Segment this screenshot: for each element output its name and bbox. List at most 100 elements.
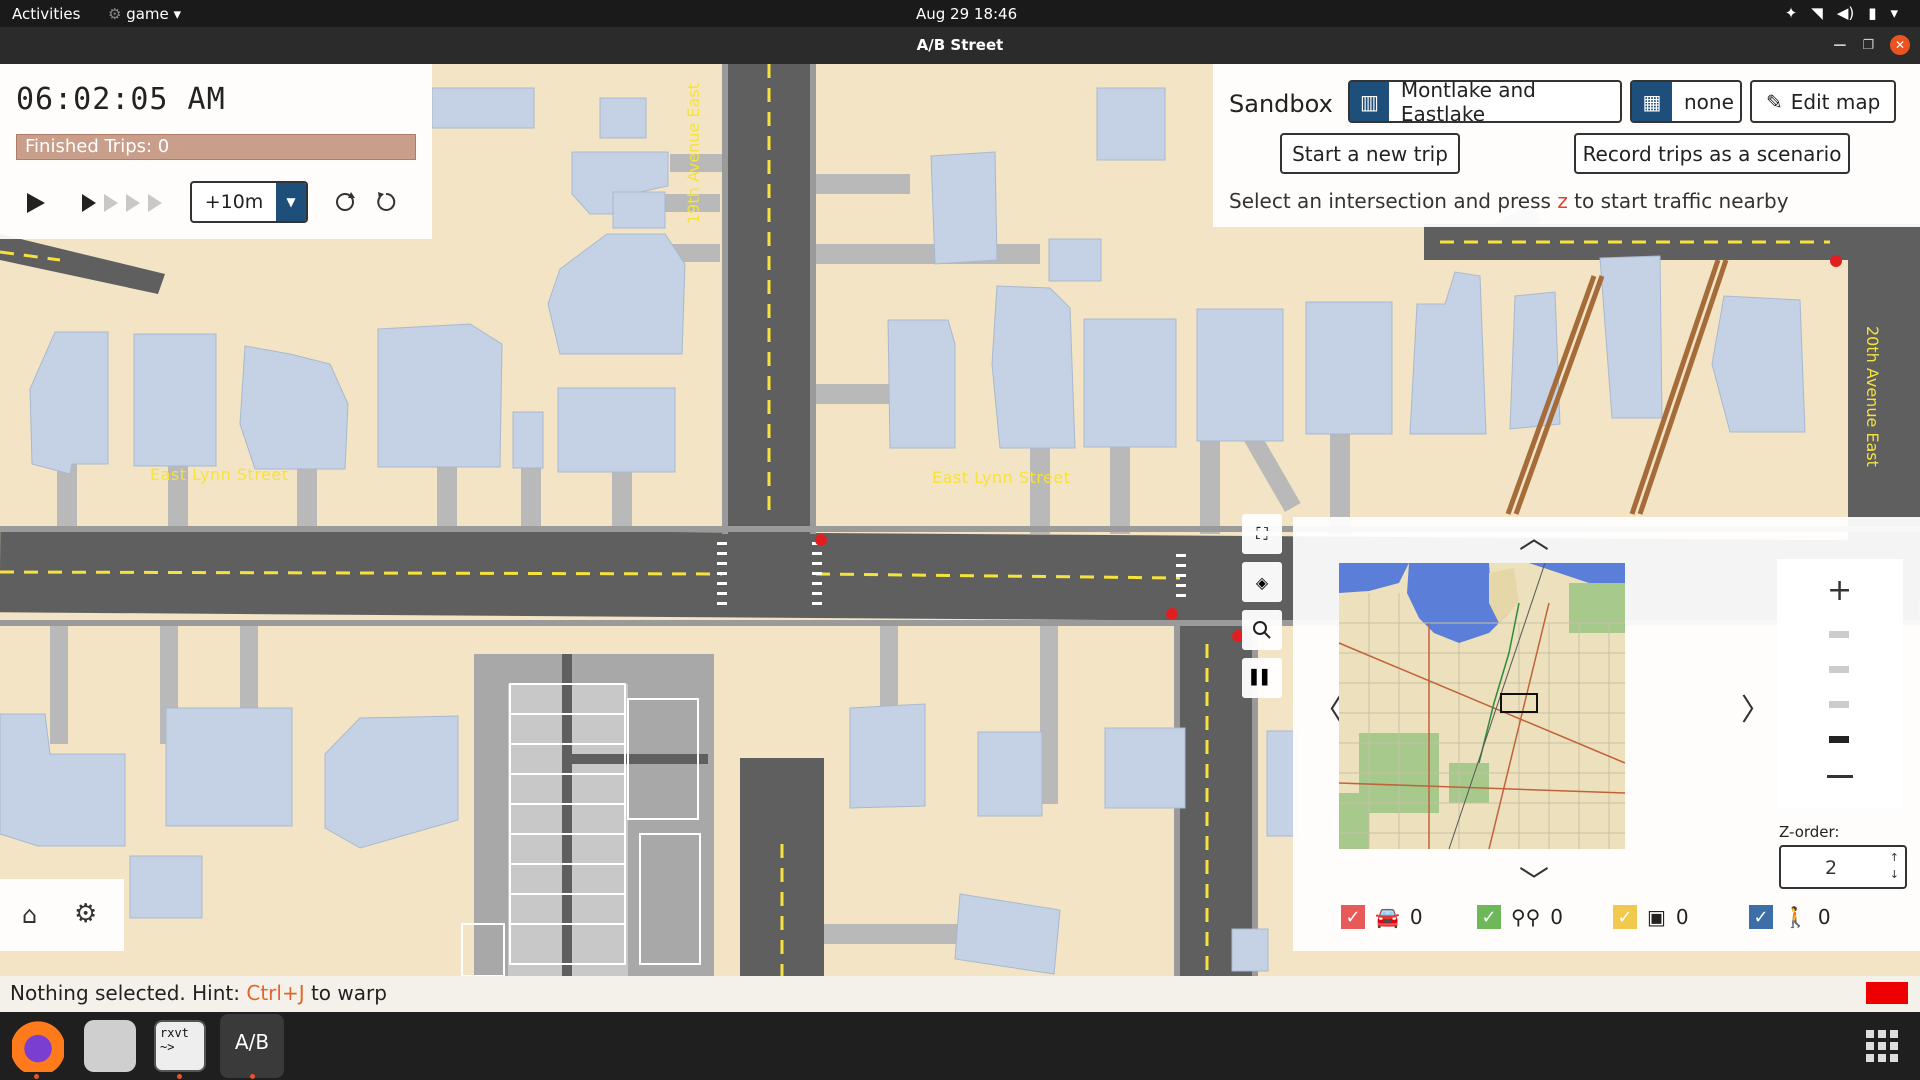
sandbox-title: Sandbox: [1229, 90, 1333, 118]
bike-icon: ⚲⚲: [1511, 905, 1541, 929]
hint-key: z: [1557, 189, 1568, 213]
layers-button[interactable]: ◈: [1242, 562, 1282, 602]
zoom-control: +: [1777, 559, 1903, 809]
checkbox-cars[interactable]: ✓: [1341, 905, 1365, 929]
status-before: Nothing selected. Hint:: [10, 981, 247, 1005]
search-button[interactable]: [1242, 610, 1282, 650]
wifi-icon[interactable]: ◥: [1811, 4, 1823, 22]
maximize-icon[interactable]: ❐: [1862, 38, 1874, 53]
gear-icon[interactable]: ⚙: [74, 899, 97, 929]
filter-pedestrians[interactable]: ✓ 🚶 0: [1749, 905, 1831, 929]
filter-cars[interactable]: ✓ 🚘 0: [1341, 905, 1423, 929]
system-top-bar: Activities ⚙ game ▾ Aug 29 18:46 ✦ ◥ ◀) …: [0, 0, 1920, 27]
change-map-button[interactable]: ▥ Montlake and Eastlake: [1348, 77, 1622, 126]
zoom-in-icon[interactable]: +: [1827, 573, 1852, 608]
volume-icon[interactable]: ◀): [1837, 4, 1854, 22]
dock: rxvt ~> A/B: [0, 1012, 1920, 1080]
hint-text-end: to start traffic nearby: [1567, 189, 1789, 213]
record-trips-button[interactable]: Record trips as a scenario: [1574, 133, 1850, 174]
pencil-icon: ✎: [1766, 89, 1783, 114]
z-order-spinner[interactable]: 2 ↑ ↓: [1779, 845, 1907, 889]
search-icon: [1253, 621, 1271, 639]
chevron-down-icon[interactable]: ﹀: [1519, 857, 1549, 901]
abstreet-app-icon[interactable]: A/B: [220, 1014, 284, 1078]
pedestrian-icon: 🚶: [1783, 905, 1808, 929]
minimap[interactable]: [1339, 563, 1625, 849]
checkbox-bikes[interactable]: ✓: [1477, 905, 1501, 929]
zoom-level-2[interactable]: [1829, 666, 1849, 673]
battery-icon[interactable]: ▮: [1868, 4, 1876, 22]
fullscreen-icon: ⛶: [1256, 524, 1268, 543]
clock-forward-icon: [336, 192, 355, 211]
chevron-right-icon[interactable]: 〉: [1741, 685, 1771, 729]
fullscreen-button[interactable]: ⛶: [1242, 514, 1282, 554]
cars-count: 0: [1409, 905, 1423, 929]
speed-buttons: [78, 192, 168, 214]
status-key: Ctrl+J: [246, 981, 305, 1005]
edit-map-button[interactable]: ✎ Edit map: [1750, 80, 1896, 123]
checkbox-pedestrians[interactable]: ✓: [1749, 905, 1773, 929]
bus-icon: ▣: [1647, 905, 1666, 929]
home-settings-panel: ⌂ ⚙: [0, 879, 124, 951]
scenario-name: none: [1684, 89, 1734, 114]
play-icon: [27, 193, 45, 213]
layers-icon: ◈: [1255, 572, 1269, 592]
dropbox-icon[interactable]: ✦: [1785, 4, 1798, 22]
window-title: A/B Street: [916, 36, 1004, 54]
buses-count: 0: [1675, 905, 1689, 929]
change-scenario-button[interactable]: ▦ none: [1630, 80, 1742, 123]
map-icon: ▥: [1350, 82, 1389, 121]
sandbox-panel: Sandbox ▥ Montlake and Eastlake ▦ none ✎…: [1213, 64, 1920, 227]
time-panel: 06:02:05 AM Finished Trips: 0 +10m ▼: [0, 64, 432, 239]
status-bar: Nothing selected. Hint: Ctrl+J to warp: [0, 976, 1920, 1012]
start-new-trip-button[interactable]: Start a new trip: [1280, 133, 1460, 174]
sandbox-hint: Select an intersection and press z to st…: [1229, 189, 1789, 213]
minimap-drawing: [1339, 563, 1625, 849]
zoom-out-icon[interactable]: [1827, 775, 1853, 778]
running-indicator: [250, 1074, 255, 1079]
close-icon[interactable]: ✕: [1890, 35, 1910, 55]
chevron-up-icon[interactable]: ︿: [1519, 513, 1549, 557]
edit-map-label: Edit map: [1790, 89, 1881, 114]
app-grid-icon[interactable]: [1866, 1030, 1898, 1062]
z-order-label: Z-order:: [1779, 823, 1840, 841]
minimap-panel: ︿ ﹀ 〈 〉 + Z-order: 2 ↑ ↓ ✓ 🚘 0 ✓ ⚲⚲ 0 ✓ …: [1293, 517, 1920, 951]
terminal-icon[interactable]: rxvt ~>: [154, 1020, 206, 1072]
street-label: East Lynn Street: [150, 465, 289, 484]
hint-text: Select an intersection and press: [1229, 189, 1558, 213]
fps-indicator: [1866, 982, 1908, 1004]
time-step-value: +10m: [204, 191, 264, 213]
map-name: Montlake and Eastlake: [1400, 77, 1536, 126]
finished-trips-bar: Finished Trips: 0: [16, 134, 416, 160]
spinner-arrows-icon[interactable]: ↑ ↓: [1890, 849, 1899, 883]
home-icon[interactable]: ⌂: [22, 901, 37, 929]
activities-button[interactable]: Activities: [12, 5, 80, 23]
filter-bikes[interactable]: ✓ ⚲⚲ 0: [1477, 905, 1563, 929]
minimize-icon[interactable]: —: [1833, 38, 1846, 53]
jump-time-button[interactable]: [333, 190, 357, 214]
window-titlebar: A/B Street — ❐ ✕: [0, 27, 1920, 64]
filter-buses[interactable]: ✓ ▣ 0: [1613, 905, 1689, 929]
system-clock[interactable]: Aug 29 18:46: [916, 5, 1017, 23]
car-icon: 🚘: [1375, 905, 1400, 929]
street-label: East Lynn Street: [932, 468, 1071, 487]
speed-icon[interactable]: [78, 192, 168, 214]
chevron-down-icon[interactable]: ▾: [1890, 4, 1898, 22]
reset-button[interactable]: [374, 190, 398, 214]
play-button[interactable]: [22, 190, 48, 216]
time-step-dropdown[interactable]: +10m ▼: [190, 181, 308, 223]
sim-clock: 06:02:05 AM: [16, 82, 226, 117]
checkbox-buses[interactable]: ✓: [1613, 905, 1637, 929]
chevron-down-icon[interactable]: ▼: [276, 183, 306, 221]
stats-button[interactable]: ▌▌: [1242, 658, 1282, 698]
zoom-level-4[interactable]: [1829, 736, 1849, 743]
firefox-icon[interactable]: [12, 1020, 64, 1072]
app-menu[interactable]: ⚙ game ▾: [108, 5, 181, 23]
chevron-down-icon: ▾: [168, 5, 182, 23]
files-icon[interactable]: [84, 1020, 136, 1072]
zoom-level-3[interactable]: [1829, 701, 1849, 708]
running-indicator: [177, 1074, 182, 1079]
street-label: 20th Avenue East: [1863, 326, 1882, 467]
status-text: Nothing selected. Hint: Ctrl+J to warp: [10, 981, 387, 1005]
zoom-level-1[interactable]: [1829, 631, 1849, 638]
